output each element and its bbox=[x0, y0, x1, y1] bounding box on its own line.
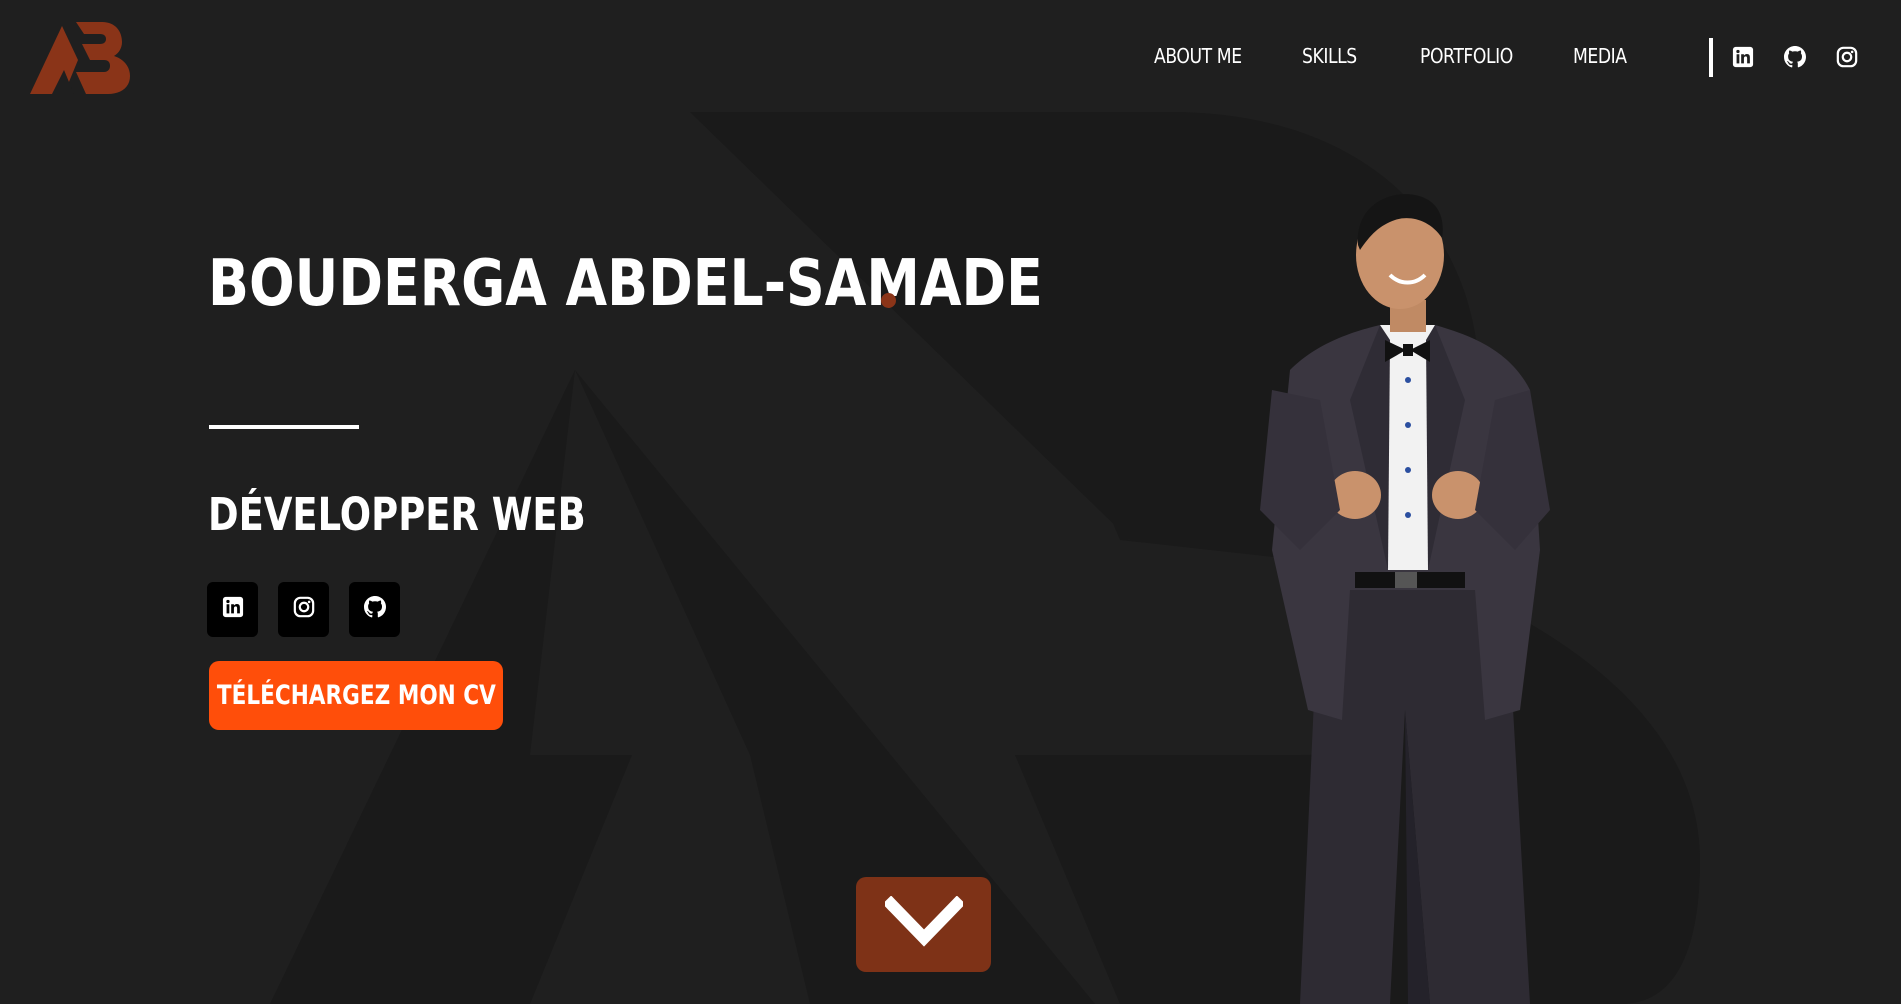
hero-divider bbox=[209, 425, 359, 429]
github-icon[interactable] bbox=[1783, 45, 1807, 69]
instagram-icon[interactable] bbox=[1835, 45, 1859, 69]
hero-name: BOUDERGA ABDEL-SAMADE bbox=[208, 247, 1043, 321]
chevron-down-icon bbox=[882, 895, 965, 953]
linkedin-icon bbox=[222, 596, 244, 623]
scroll-down-button[interactable] bbox=[856, 877, 991, 972]
download-cv-label: TÉLÉCHARGEZ MON CV bbox=[216, 680, 496, 711]
nav-item-media[interactable]: MEDIA bbox=[1573, 44, 1627, 68]
nav-item-skills[interactable]: SKILLS bbox=[1302, 44, 1357, 68]
instagram-icon bbox=[293, 596, 315, 623]
portrait-photo bbox=[1260, 194, 1550, 1004]
social-button-github[interactable] bbox=[349, 582, 400, 637]
nav-item-portfolio[interactable]: PORTFOLIO bbox=[1420, 44, 1513, 68]
social-button-linkedin[interactable] bbox=[207, 582, 258, 637]
download-cv-button[interactable]: TÉLÉCHARGEZ MON CV bbox=[209, 661, 503, 730]
nav-item-about-me[interactable]: ABOUT ME bbox=[1154, 44, 1242, 68]
hero-job-title: DÉVELOPPER WEB bbox=[208, 488, 586, 541]
github-icon bbox=[363, 595, 387, 624]
logo[interactable] bbox=[28, 20, 132, 96]
linkedin-icon[interactable] bbox=[1731, 45, 1755, 69]
social-button-instagram[interactable] bbox=[278, 582, 329, 637]
nav-divider bbox=[1709, 38, 1713, 77]
accent-dot bbox=[881, 293, 896, 308]
hero-section: ABOUT ME SKILLS PORTFOLIO MEDIA BOUDERGA… bbox=[0, 0, 1901, 1004]
